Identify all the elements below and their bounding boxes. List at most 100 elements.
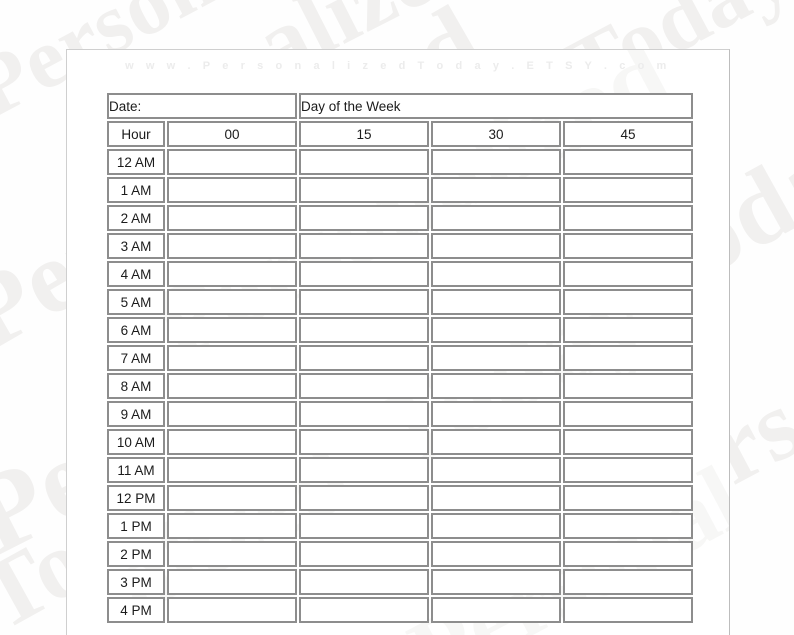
time-slot-cell[interactable] [167, 597, 297, 623]
time-slot-cell[interactable] [431, 317, 561, 343]
time-slot-cell[interactable] [563, 317, 693, 343]
minute-column-header-45: 45 [563, 121, 693, 147]
time-slot-cell[interactable] [299, 289, 429, 315]
table-row: 2 PM [107, 541, 693, 567]
minute-column-header-15: 15 [299, 121, 429, 147]
time-slot-cell[interactable] [563, 485, 693, 511]
time-slot-cell[interactable] [563, 513, 693, 539]
table-row: 10 AM [107, 429, 693, 455]
time-slot-cell[interactable] [431, 149, 561, 175]
time-slot-cell[interactable] [167, 429, 297, 455]
table-row: 7 AM [107, 345, 693, 371]
time-slot-cell[interactable] [563, 569, 693, 595]
time-slot-cell[interactable] [563, 597, 693, 623]
time-slot-cell[interactable] [299, 345, 429, 371]
time-slot-cell[interactable] [431, 205, 561, 231]
hour-label: 4 PM [107, 597, 165, 623]
time-slot-cell[interactable] [563, 205, 693, 231]
printable-page: Personalized Today alized Personal w w w… [66, 49, 730, 635]
time-slot-cell[interactable] [299, 373, 429, 399]
time-slot-cell[interactable] [563, 233, 693, 259]
time-slot-cell[interactable] [563, 261, 693, 287]
table-row: 4 PM [107, 597, 693, 623]
time-slot-cell[interactable] [431, 345, 561, 371]
hour-label: 3 PM [107, 569, 165, 595]
table-row: 2 AM [107, 205, 693, 231]
time-slot-cell[interactable] [167, 541, 297, 567]
time-slot-cell[interactable] [431, 401, 561, 427]
planner-header-row: Hour 00 15 30 45 [107, 121, 693, 147]
time-slot-cell[interactable] [563, 149, 693, 175]
time-slot-cell[interactable] [431, 373, 561, 399]
time-slot-cell[interactable] [299, 569, 429, 595]
time-slot-cell[interactable] [431, 597, 561, 623]
time-slot-cell[interactable] [167, 233, 297, 259]
hour-label: 1 AM [107, 177, 165, 203]
hour-label: 3 AM [107, 233, 165, 259]
time-slot-cell[interactable] [167, 345, 297, 371]
time-slot-cell[interactable] [299, 401, 429, 427]
time-slot-cell[interactable] [431, 541, 561, 567]
time-slot-cell[interactable] [299, 429, 429, 455]
time-slot-cell[interactable] [167, 401, 297, 427]
time-slot-cell[interactable] [431, 429, 561, 455]
hour-label: 2 PM [107, 541, 165, 567]
time-slot-cell[interactable] [431, 513, 561, 539]
minute-column-header-00: 00 [167, 121, 297, 147]
time-slot-cell[interactable] [167, 513, 297, 539]
time-slot-cell[interactable] [431, 457, 561, 483]
time-slot-cell[interactable] [563, 373, 693, 399]
time-slot-cell[interactable] [431, 233, 561, 259]
time-slot-cell[interactable] [299, 485, 429, 511]
time-slot-cell[interactable] [431, 569, 561, 595]
time-slot-cell[interactable] [431, 289, 561, 315]
hour-label: 6 AM [107, 317, 165, 343]
hour-label: 12 AM [107, 149, 165, 175]
time-slot-cell[interactable] [167, 261, 297, 287]
time-slot-cell[interactable] [563, 345, 693, 371]
time-slot-cell[interactable] [431, 177, 561, 203]
time-slot-cell[interactable] [299, 177, 429, 203]
time-slot-cell[interactable] [431, 261, 561, 287]
day-of-week-field[interactable]: Day of the Week [299, 93, 693, 119]
table-row: 6 AM [107, 317, 693, 343]
time-slot-cell[interactable] [299, 317, 429, 343]
hourly-planner-table: Date: Day of the Week Hour 00 15 30 45 12 AM 1 A… [105, 91, 695, 625]
hour-label: 11 AM [107, 457, 165, 483]
time-slot-cell[interactable] [563, 289, 693, 315]
table-row: 12 PM [107, 485, 693, 511]
time-slot-cell[interactable] [167, 205, 297, 231]
table-row: 4 AM [107, 261, 693, 287]
time-slot-cell[interactable] [299, 597, 429, 623]
time-slot-cell[interactable] [167, 177, 297, 203]
table-row: 9 AM [107, 401, 693, 427]
time-slot-cell[interactable] [167, 317, 297, 343]
time-slot-cell[interactable] [563, 541, 693, 567]
time-slot-cell[interactable] [431, 485, 561, 511]
time-slot-cell[interactable] [299, 457, 429, 483]
time-slot-cell[interactable] [563, 177, 693, 203]
time-slot-cell[interactable] [167, 373, 297, 399]
time-slot-cell[interactable] [167, 485, 297, 511]
time-slot-cell[interactable] [167, 569, 297, 595]
background-canvas: Personal Personalized Personalized Today… [0, 0, 794, 635]
time-slot-cell[interactable] [563, 457, 693, 483]
time-slot-cell[interactable] [299, 233, 429, 259]
time-slot-cell[interactable] [167, 149, 297, 175]
table-row: 5 AM [107, 289, 693, 315]
time-slot-cell[interactable] [563, 429, 693, 455]
time-slot-cell[interactable] [299, 205, 429, 231]
time-slot-cell[interactable] [299, 541, 429, 567]
hour-label: 10 AM [107, 429, 165, 455]
time-slot-cell[interactable] [167, 289, 297, 315]
site-watermark: w w w . P e r s o n a l i z e d T o d a … [125, 60, 671, 72]
time-slot-cell[interactable] [299, 261, 429, 287]
time-slot-cell[interactable] [167, 457, 297, 483]
hour-label: 4 AM [107, 261, 165, 287]
table-row: 1 AM [107, 177, 693, 203]
minute-column-header-30: 30 [431, 121, 561, 147]
time-slot-cell[interactable] [563, 401, 693, 427]
date-field[interactable]: Date: [107, 93, 297, 119]
time-slot-cell[interactable] [299, 513, 429, 539]
time-slot-cell[interactable] [299, 149, 429, 175]
